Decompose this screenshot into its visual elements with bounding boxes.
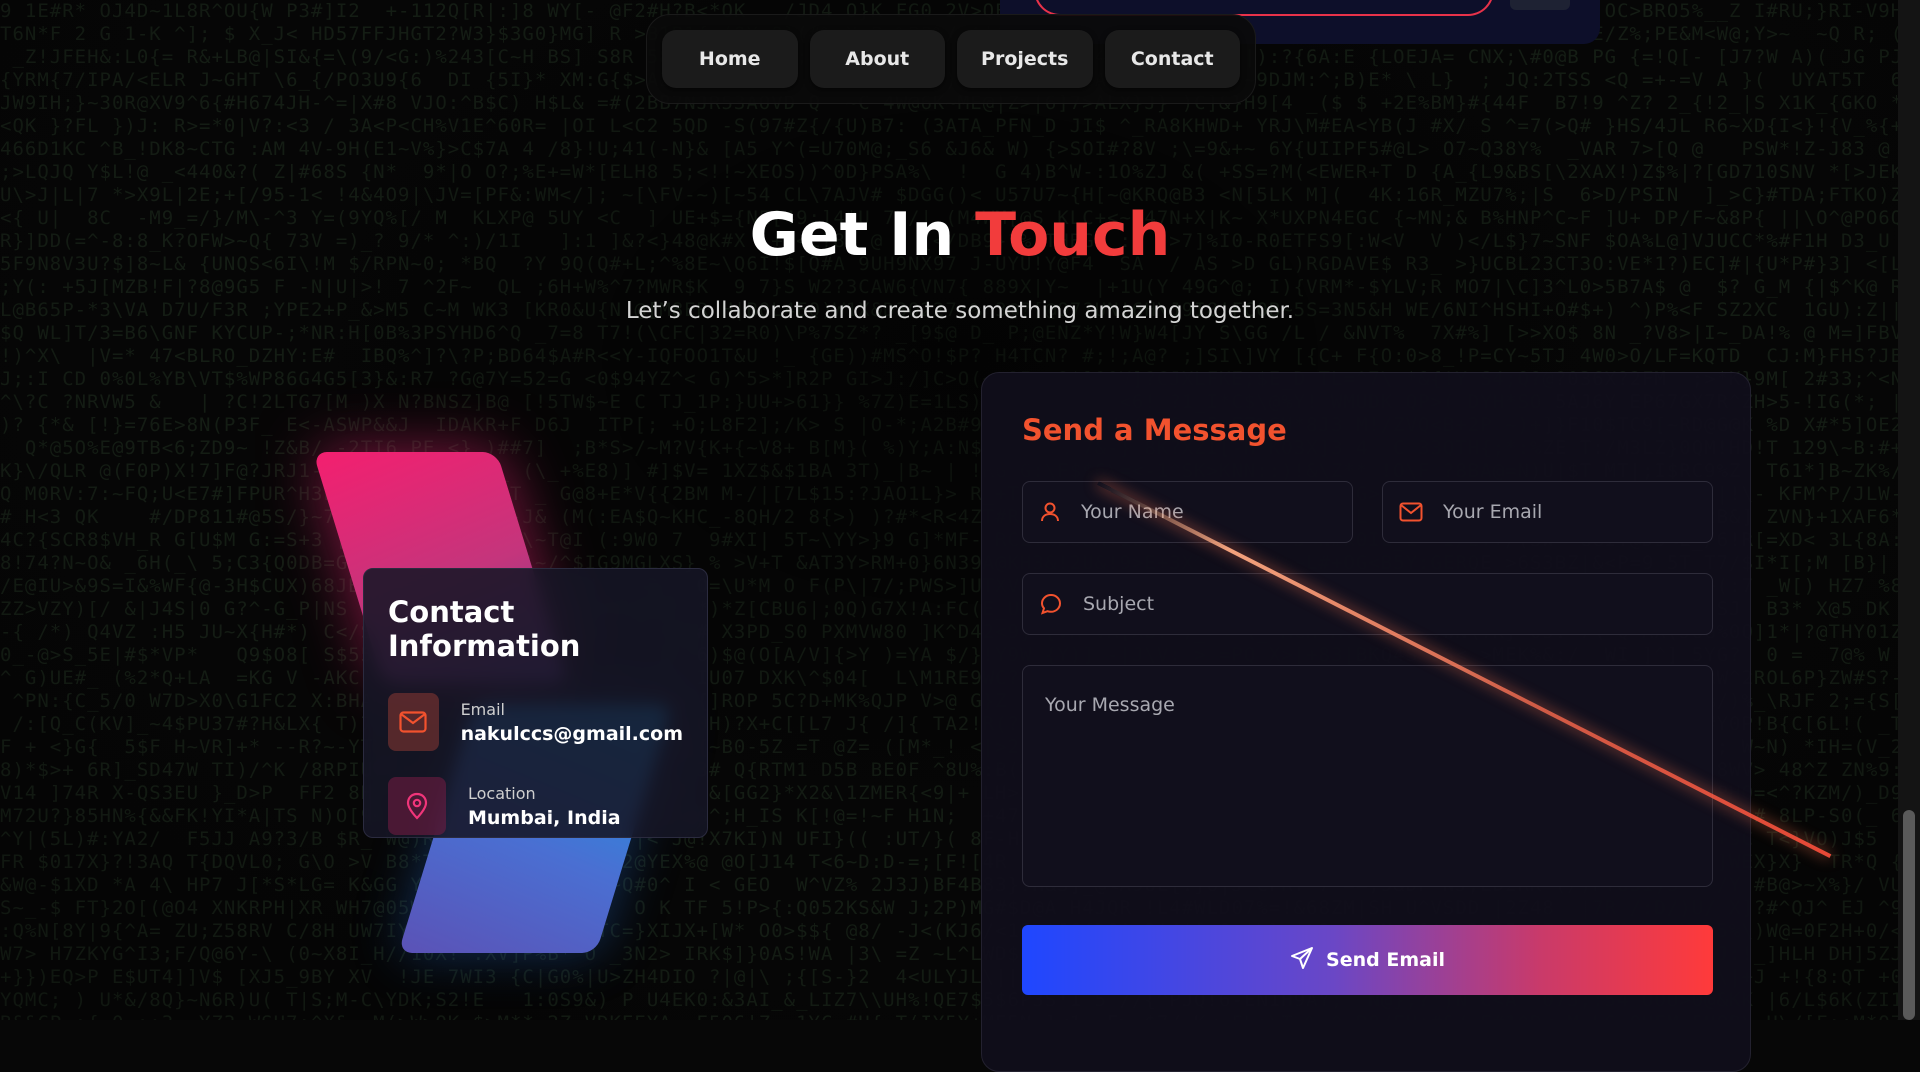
contact-form-card: Send a Message Send Email — [981, 372, 1751, 1072]
page-title-accent: Touch — [975, 200, 1171, 270]
contact-info-card: Contact Information Email nakulccs@gmail… — [363, 568, 708, 838]
contact-email-value: nakulccs@gmail.com — [460, 722, 683, 745]
previous-section-button-edge — [1510, 0, 1570, 10]
navbar: Home About Projects Contact — [646, 14, 1256, 104]
subject-field[interactable] — [1022, 573, 1713, 635]
name-input[interactable] — [1079, 500, 1352, 524]
contact-email-label: Email — [460, 699, 505, 719]
send-email-button[interactable]: Send Email — [1022, 925, 1713, 995]
nav-about[interactable]: About — [809, 30, 945, 88]
scrollbar-thumb[interactable] — [1903, 810, 1915, 1020]
send-icon — [1290, 946, 1314, 975]
nav-home[interactable]: Home — [662, 30, 798, 88]
nav-contact[interactable]: Contact — [1104, 30, 1240, 88]
mail-icon — [388, 693, 439, 751]
email-field[interactable] — [1382, 481, 1713, 543]
message-field[interactable] — [1022, 665, 1713, 887]
contact-location-label: Location — [468, 783, 536, 803]
page-subtitle: Let’s collaborate and create something a… — [625, 298, 1295, 324]
contact-location-value: Mumbai, India — [468, 806, 621, 829]
location-pin-icon — [388, 777, 446, 835]
send-email-label: Send Email — [1326, 949, 1445, 971]
mail-icon — [1399, 499, 1423, 525]
message-textarea[interactable] — [1043, 692, 1692, 856]
email-input[interactable] — [1441, 500, 1712, 524]
subject-input[interactable] — [1081, 592, 1712, 616]
contact-info-heading: Contact Information — [388, 595, 581, 663]
page-title-main: Get In — [749, 200, 976, 270]
form-heading: Send a Message — [1022, 413, 1287, 447]
page-title: Get In Touch — [0, 200, 1920, 270]
user-icon — [1039, 499, 1061, 525]
contact-location-row: Location Mumbai, India — [388, 777, 683, 835]
page-scrollbar[interactable] — [1898, 0, 1920, 1020]
chat-bubble-icon — [1039, 591, 1063, 617]
nav-projects[interactable]: Projects — [957, 30, 1093, 88]
contact-email-row: Email nakulccs@gmail.com — [388, 693, 683, 751]
name-field[interactable] — [1022, 481, 1353, 543]
